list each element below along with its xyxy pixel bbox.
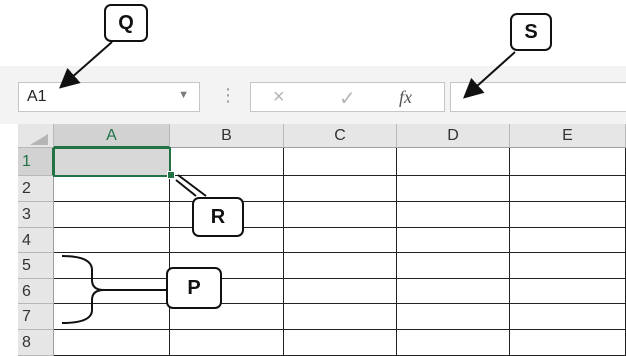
callout-arrows — [58, 41, 516, 324]
callout-q: Q — [104, 4, 148, 42]
callout-r: R — [192, 197, 244, 237]
callout-p: P — [166, 267, 222, 309]
callout-s: S — [510, 13, 552, 51]
